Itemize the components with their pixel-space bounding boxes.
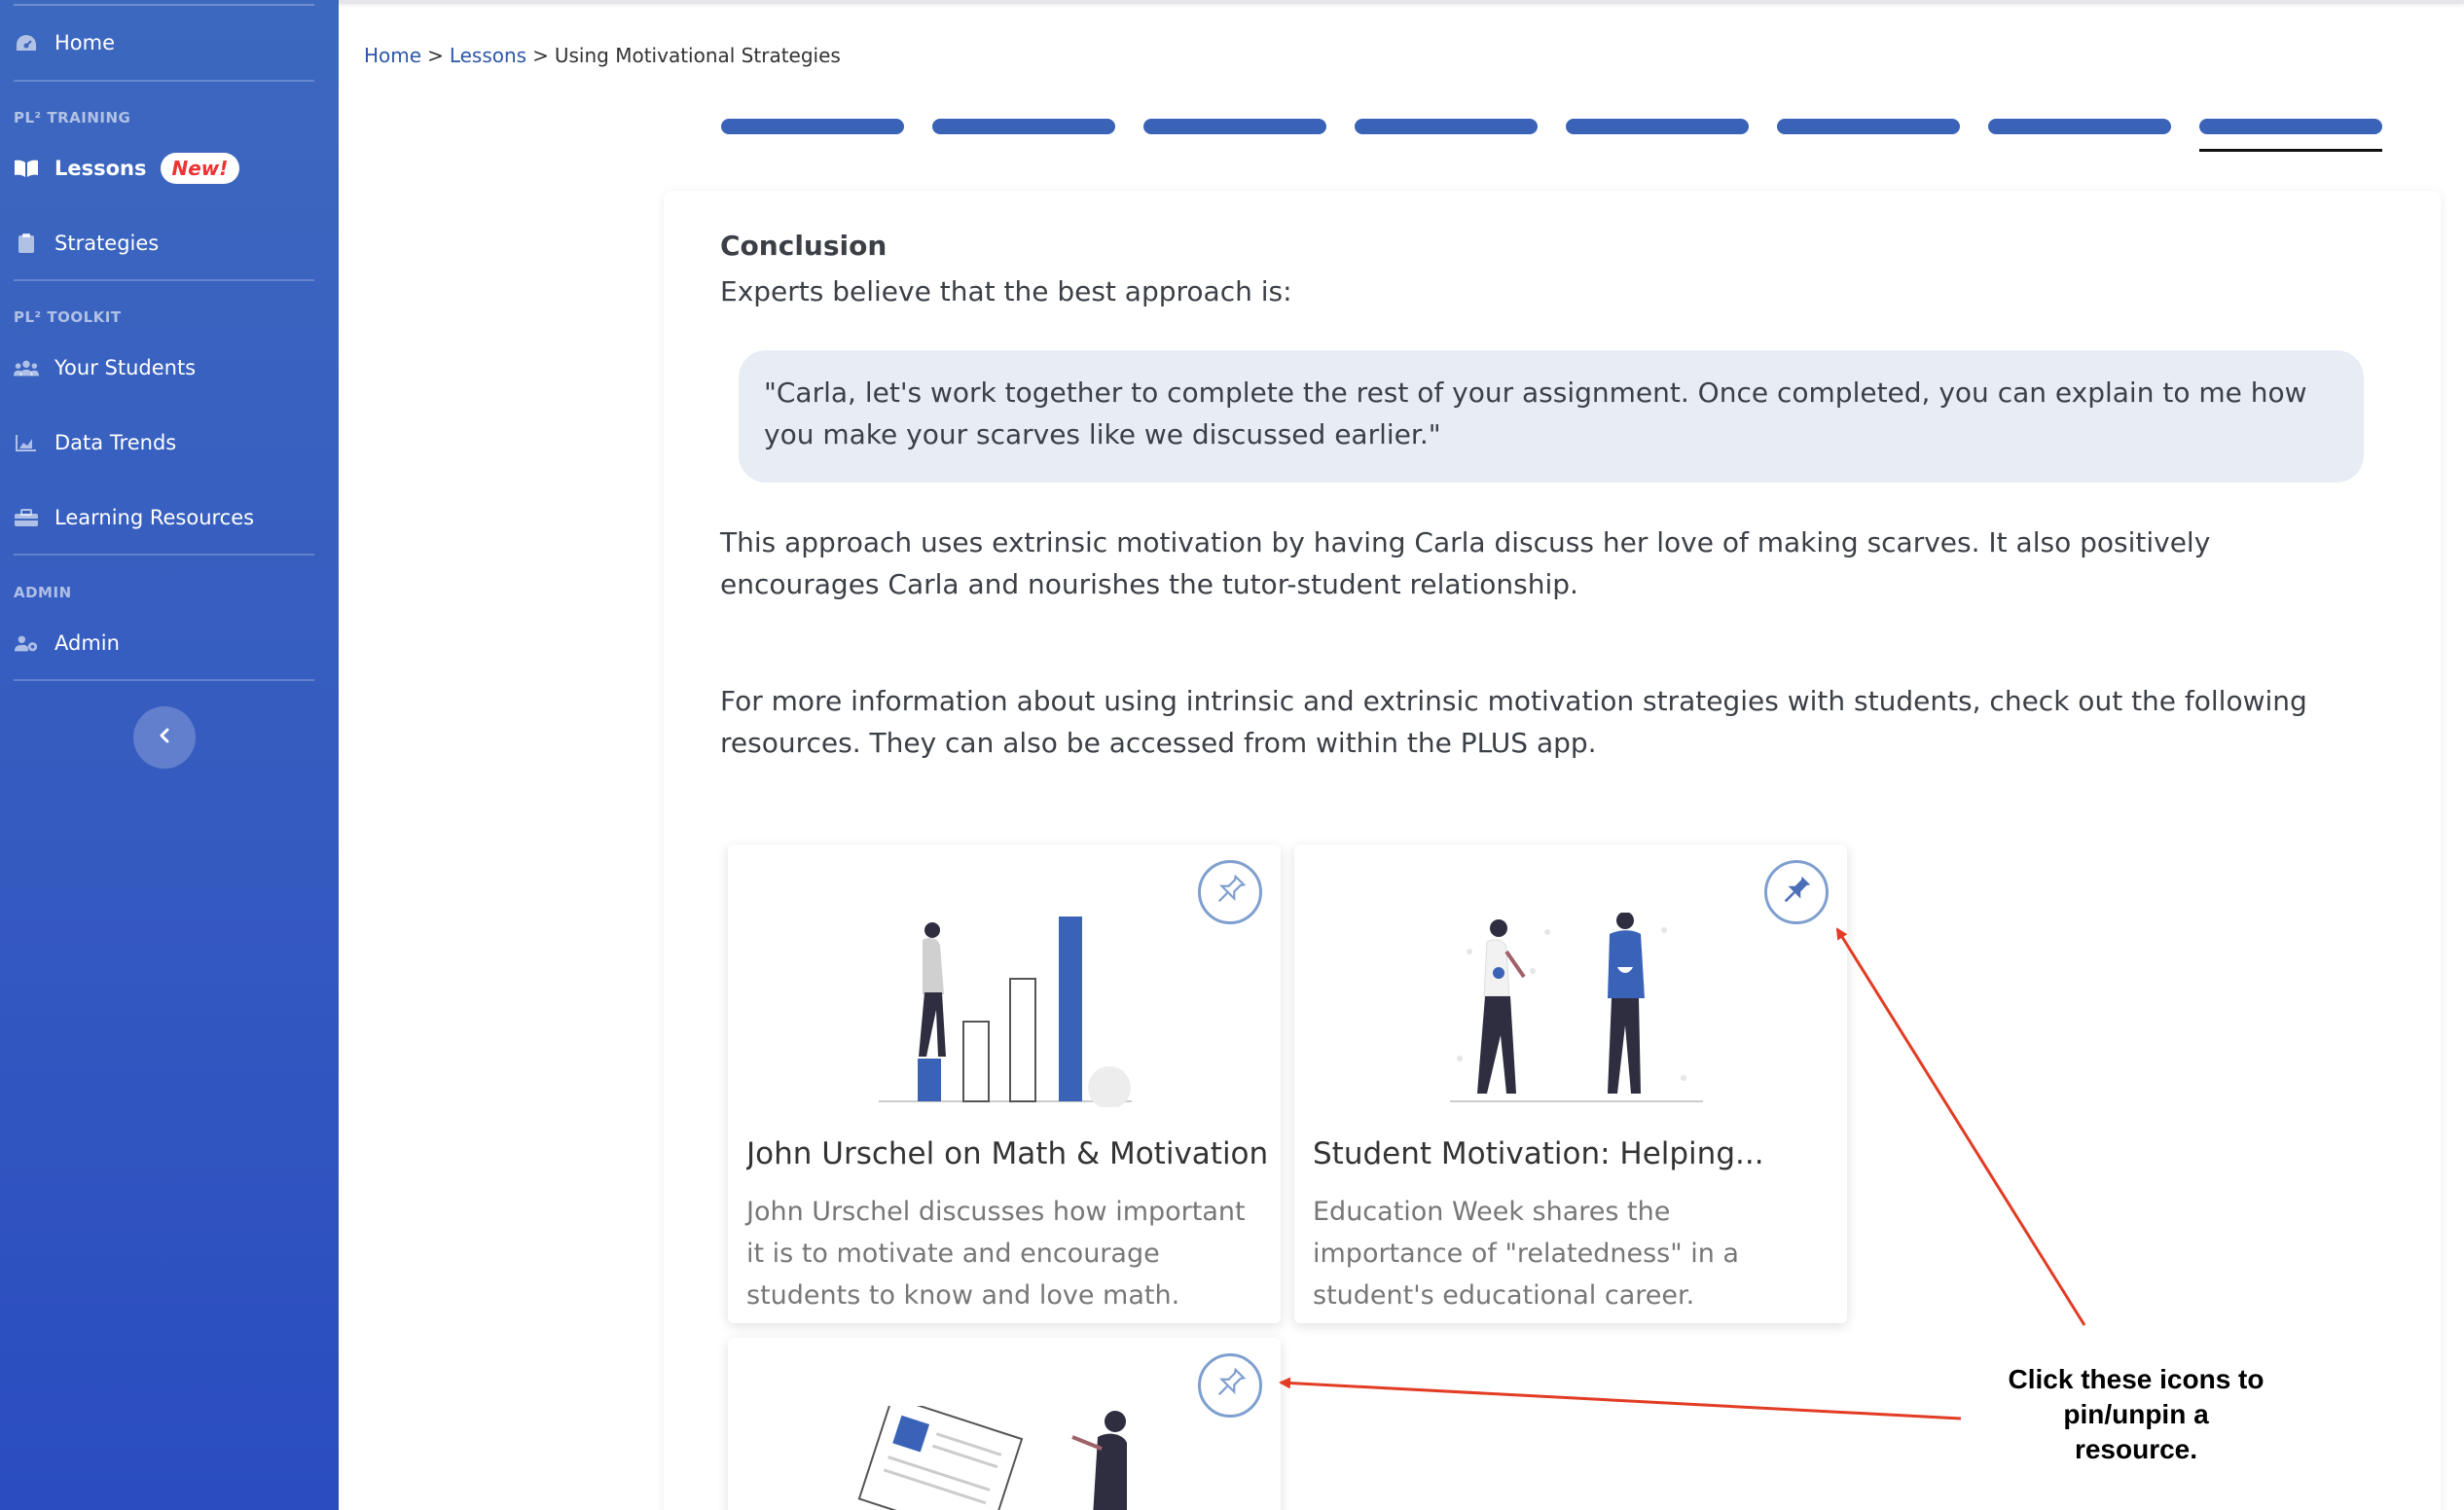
progress-step-6[interactable] xyxy=(1777,119,1960,134)
sidebar-item-label: Your Students xyxy=(54,356,197,379)
sidebar-item-label: Data Trends xyxy=(54,431,177,454)
sidebar-item-label: Learning Resources xyxy=(54,506,255,529)
resource-description: John Urschel discusses how important it … xyxy=(746,1197,1246,1311)
resources-paragraph: For more information about using intrins… xyxy=(720,685,2307,759)
sidebar-item-students[interactable]: Your Students xyxy=(14,348,196,387)
progress-step-2[interactable] xyxy=(932,119,1115,134)
progress-step-4[interactable] xyxy=(1355,119,1538,134)
resource-card[interactable]: Student Motivation: Helping... Education… xyxy=(1294,845,1847,1323)
sidebar-item-label: Home xyxy=(54,31,116,54)
breadcrumb-separator: > xyxy=(532,44,549,67)
student-motivation-illustration xyxy=(1450,913,1703,1102)
breadcrumb: Home > Lessons > Using Motivational Strategi… xyxy=(364,44,841,67)
breadcrumb-current: Using Motivational Strategies xyxy=(554,44,841,67)
toolbox-icon xyxy=(14,506,39,529)
pin-filled-icon xyxy=(1777,871,1816,914)
new-badge: New! xyxy=(160,153,240,184)
resource-title: John Urschel on Math & Motivation xyxy=(746,1136,1269,1171)
pin-outline-icon xyxy=(1211,871,1250,914)
breadcrumb-home-link[interactable]: Home xyxy=(364,44,421,67)
sidebar-section-admin: ADMIN xyxy=(14,584,72,601)
quote-box: "Carla, let's work together to complete … xyxy=(739,350,2364,483)
section-heading: Conclusion xyxy=(720,230,888,262)
top-bar xyxy=(339,0,2464,4)
pin-outline-icon xyxy=(1211,1364,1250,1407)
progress-step-7[interactable] xyxy=(1988,119,2171,134)
sidebar-divider xyxy=(14,4,314,6)
sidebar-section-training: PL² TRAINING xyxy=(14,109,131,126)
sidebar-item-learning-resources[interactable]: Learning Resources xyxy=(14,498,254,537)
sidebar-divider xyxy=(14,279,314,281)
document-illustration xyxy=(857,1406,1127,1510)
sidebar-item-label: Admin xyxy=(54,631,120,655)
sidebar-item-home[interactable]: Home xyxy=(14,23,115,62)
intro-text: Experts believe that the best approach i… xyxy=(720,275,1292,307)
area-chart-icon xyxy=(14,431,39,454)
resource-title: Student Motivation: Helping... xyxy=(1313,1136,1764,1171)
progress-step-3[interactable] xyxy=(1143,119,1326,134)
sidebar-item-admin[interactable]: Admin xyxy=(14,624,120,663)
sidebar-collapse-button[interactable] xyxy=(133,706,196,769)
sidebar-item-label: Lessons xyxy=(54,157,147,180)
dashboard-icon xyxy=(14,31,39,54)
resource-card[interactable] xyxy=(728,1338,1281,1510)
progress-step-8[interactable] xyxy=(2199,119,2382,134)
sidebar-item-label: Strategies xyxy=(54,232,160,255)
breadcrumb-lessons-link[interactable]: Lessons xyxy=(450,44,526,67)
lesson-progress-steps xyxy=(721,119,2383,158)
annotation-text: Click these icons to pin/unpin a resourc… xyxy=(2008,1364,2265,1464)
sidebar-divider xyxy=(14,80,314,82)
resource-card[interactable]: John Urschel on Math & Motivation John U… xyxy=(728,845,1281,1323)
progress-step-1[interactable] xyxy=(721,119,904,134)
users-icon xyxy=(14,356,39,379)
progress-step-5[interactable] xyxy=(1566,119,1749,134)
book-icon xyxy=(14,157,39,180)
sidebar-divider xyxy=(14,554,314,556)
clipboard-icon xyxy=(14,232,39,255)
math-motivation-illustration xyxy=(879,917,1132,1107)
sidebar-item-lessons[interactable]: Lessons New! xyxy=(14,149,240,188)
resource-description: Education Week shares the importance of … xyxy=(1313,1197,1739,1311)
breadcrumb-separator: > xyxy=(427,44,444,67)
sidebar: Home PL² TRAINING Lessons New! Strategie… xyxy=(0,0,339,1510)
sidebar-divider xyxy=(14,679,314,681)
explanation-paragraph: This approach uses extrinsic motivation … xyxy=(720,526,2211,600)
users-cog-icon xyxy=(14,631,39,655)
sidebar-item-data-trends[interactable]: Data Trends xyxy=(14,423,176,462)
current-step-indicator xyxy=(2199,149,2382,152)
sidebar-section-toolkit: PL² TOOLKIT xyxy=(14,308,122,326)
sidebar-item-strategies[interactable]: Strategies xyxy=(14,224,159,263)
chevron-left-icon xyxy=(158,727,171,748)
